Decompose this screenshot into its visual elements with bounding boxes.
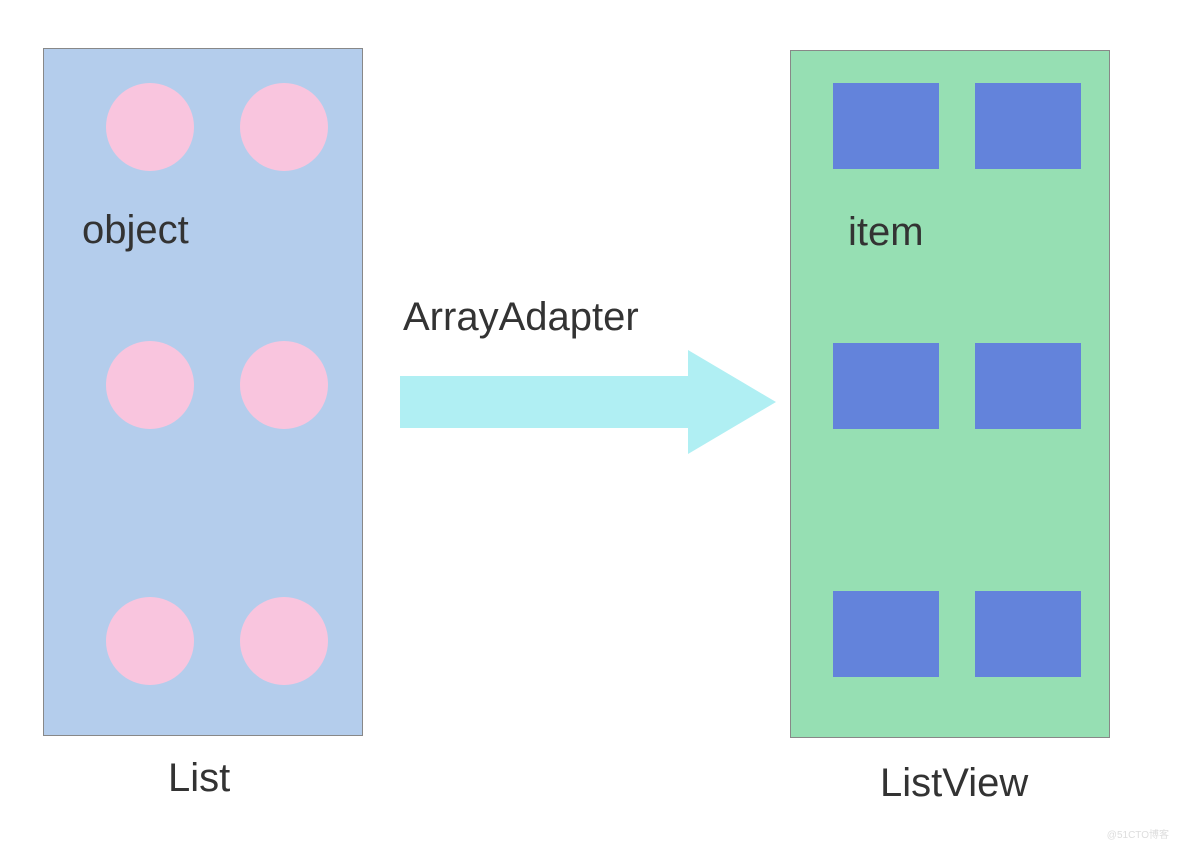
arrow-head xyxy=(688,350,776,454)
item-rect xyxy=(975,591,1081,677)
object-circle xyxy=(240,597,328,685)
item-rect xyxy=(833,83,939,169)
listview-label: ListView xyxy=(880,761,1028,806)
arrow-body xyxy=(400,376,690,428)
list-box xyxy=(43,48,363,736)
item-rect xyxy=(833,343,939,429)
list-label: List xyxy=(168,756,230,801)
item-rect xyxy=(975,83,1081,169)
item-rect xyxy=(975,343,1081,429)
object-circle xyxy=(106,341,194,429)
object-circle xyxy=(240,341,328,429)
diagram-container: object item ArrayAdapter List ListView @… xyxy=(0,0,1184,851)
watermark-text: @51CTO博客 xyxy=(1107,826,1169,841)
adapter-label: ArrayAdapter xyxy=(403,295,639,340)
object-circle xyxy=(106,597,194,685)
item-rect xyxy=(833,591,939,677)
object-label: object xyxy=(82,208,189,253)
listview-box xyxy=(790,50,1110,738)
object-circle xyxy=(106,83,194,171)
object-circle xyxy=(240,83,328,171)
item-label: item xyxy=(848,210,924,255)
